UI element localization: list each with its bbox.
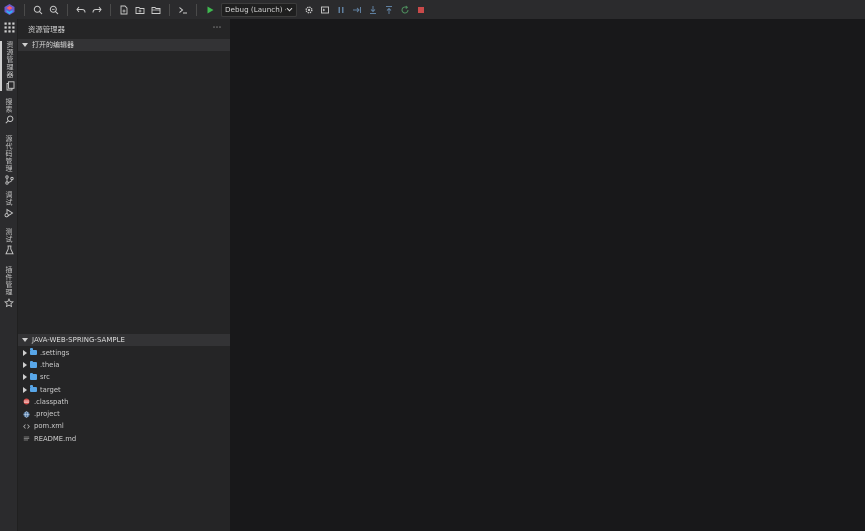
tree-item-label: README.md (34, 434, 77, 443)
activity-test-label: 测试 (5, 228, 13, 243)
gear-icon[interactable] (301, 2, 317, 18)
chevron-right-icon (23, 386, 27, 393)
tree-item-label: .project (34, 410, 60, 419)
debug-config-select[interactable]: Debug (Launch) - Cr (221, 2, 297, 17)
step-out-icon[interactable] (381, 2, 397, 18)
chevron-right-icon (23, 374, 27, 381)
tree-file-readme[interactable]: README.md (18, 433, 230, 445)
tree-file-project[interactable]: .project (18, 408, 230, 420)
toolbar-separator (24, 3, 25, 16)
tree-folder-settings[interactable]: .settings (18, 347, 230, 359)
tree-item-label: pom.xml (34, 422, 64, 431)
activity-search-label: 搜索 (5, 98, 13, 113)
tree-file-pom[interactable]: pom.xml (18, 420, 230, 432)
chevron-right-icon (23, 361, 27, 368)
debug-console-icon[interactable] (317, 2, 333, 18)
folder-icon (30, 373, 37, 380)
explorer-header: 资源管理器 ⋯ (18, 19, 230, 39)
beaker-icon (4, 245, 14, 255)
activity-test[interactable]: 测试 (0, 228, 18, 255)
tree-item-label: src (40, 373, 50, 382)
tree-item-label: .theia (40, 360, 60, 369)
redo-icon[interactable] (89, 2, 105, 18)
project-section-header[interactable]: JAVA-WEB-SPRING-SAMPLE (18, 334, 230, 346)
toolbar-separator (169, 3, 170, 16)
start-debugging-icon[interactable] (202, 2, 218, 18)
tree-item-label: target (40, 385, 61, 394)
activity-extensions-label: 插件管理 (5, 266, 13, 296)
search-icon[interactable] (30, 2, 46, 18)
chevron-right-icon (23, 349, 27, 356)
terminal-icon[interactable] (175, 2, 191, 18)
tree-item-label: .classpath (34, 397, 69, 406)
tree-folder-theia[interactable]: .theia (18, 359, 230, 371)
more-actions-icon[interactable]: ⋯ (213, 23, 223, 33)
search-icon (4, 115, 13, 124)
apps-menu[interactable] (0, 22, 18, 33)
project-section: JAVA-WEB-SPRING-SAMPLE .settings .theia … (18, 334, 230, 445)
markdown-icon (23, 435, 30, 442)
grid-icon (4, 22, 14, 33)
activity-bar: 资源管理器 搜索 源代码管理 调试 测试 插件管理 (0, 19, 18, 531)
search-in-files-icon[interactable] (46, 2, 62, 18)
toolbar-separator (67, 3, 68, 16)
chevron-down-icon (286, 7, 293, 12)
project-name: JAVA-WEB-SPRING-SAMPLE (32, 336, 125, 344)
toolbar-separator (196, 3, 197, 16)
tree-folder-src[interactable]: src (18, 371, 230, 383)
activity-source-control-label: 源代码管理 (5, 135, 13, 173)
app-logo-icon (0, 0, 19, 19)
editor-area[interactable] (230, 19, 865, 531)
explorer-sidebar: 资源管理器 ⋯ 打开的编辑器 JAVA-WEB-SPRING-SAMPLE .s… (18, 19, 230, 531)
restart-icon[interactable] (397, 2, 413, 18)
activity-search[interactable]: 搜索 (0, 98, 18, 124)
new-folder-icon[interactable] (132, 2, 148, 18)
tree-item-label: .settings (40, 348, 70, 357)
chevron-down-icon (22, 43, 28, 47)
open-folder-icon[interactable] (148, 2, 164, 18)
eclipse-icon (23, 398, 30, 405)
debug-icon (4, 208, 14, 218)
step-over-icon[interactable] (349, 2, 365, 18)
activity-explorer-label: 资源管理器 (6, 41, 14, 79)
activity-explorer[interactable]: 资源管理器 (0, 41, 18, 91)
folder-icon (30, 360, 37, 368)
files-icon (6, 80, 14, 90)
open-editors-label: 打开的编辑器 (32, 41, 74, 49)
stop-icon[interactable] (413, 2, 429, 18)
activity-extensions[interactable]: 插件管理 (0, 266, 18, 308)
extensions-icon (4, 298, 14, 308)
globe-icon (23, 410, 30, 418)
explorer-title: 资源管理器 (28, 24, 65, 34)
new-file-icon[interactable] (116, 2, 132, 18)
top-toolbar: Debug (Launch) - Cr (0, 0, 865, 19)
debug-config-label: Debug (Launch) - Cr (225, 5, 286, 14)
chevron-down-icon (22, 338, 28, 342)
step-into-icon[interactable] (365, 2, 381, 18)
toolbar-separator (110, 3, 111, 16)
xml-icon (23, 423, 30, 430)
open-editors-section[interactable]: 打开的编辑器 (18, 39, 230, 51)
activity-source-control[interactable]: 源代码管理 (0, 135, 18, 185)
tree-file-classpath[interactable]: .classpath (18, 396, 230, 408)
activity-debug[interactable]: 调试 (0, 191, 18, 218)
pause-icon[interactable] (333, 2, 349, 18)
folder-icon (30, 385, 37, 393)
folder-icon (30, 348, 37, 356)
activity-debug-label: 调试 (5, 191, 13, 206)
tree-folder-target[interactable]: target (18, 383, 230, 395)
source-control-icon (4, 174, 14, 185)
undo-icon[interactable] (73, 2, 89, 18)
